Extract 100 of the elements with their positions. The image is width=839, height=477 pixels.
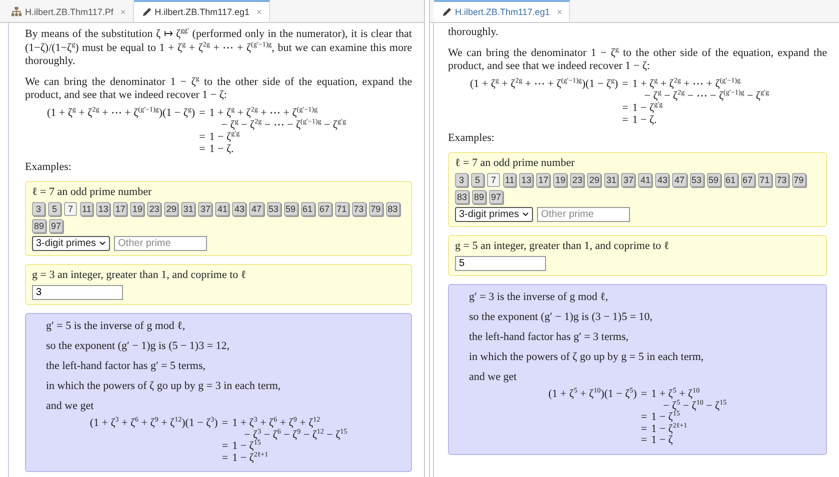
equation-term: 1 − ζ$^{g′g}$ xyxy=(632,102,664,114)
equation-term: 1 − ζ$^{g′g}$ xyxy=(209,130,241,142)
prime-button[interactable]: 53 xyxy=(690,173,704,187)
prime-button[interactable]: 17 xyxy=(113,202,128,216)
prime-button[interactable]: 79 xyxy=(368,202,383,216)
prime-button[interactable]: 5 xyxy=(471,173,484,187)
parameter-label: g = 5 an integer, greater than 1, and coprime to ℓ xyxy=(455,240,670,253)
result-line: and we get xyxy=(46,400,95,413)
paragraph: thoroughly. xyxy=(448,26,500,40)
g-value-field[interactable]: 3 xyxy=(32,285,123,300)
pencil-icon xyxy=(140,6,152,18)
prime-button[interactable]: 73 xyxy=(352,202,366,216)
equation-term: 1 + ζ$^{g}$ + ζ$^{2g}$ + ⋯ + ζ$^{(g′−1)g}$ xyxy=(632,78,742,90)
parameter-label: g = 3 an integer, greater than 1, and coprime to ℓ xyxy=(32,269,248,282)
equation-relation: = xyxy=(640,412,648,424)
prime-button[interactable]: 61 xyxy=(300,202,315,216)
prime-button[interactable]: 7 xyxy=(64,202,77,216)
equation-term: 1 + ζ$^{5}$ + ζ$^{10}$ xyxy=(651,389,700,400)
prime-button[interactable]: 3 xyxy=(455,173,468,187)
prime-button[interactable]: 47 xyxy=(249,202,264,216)
equation-term: 1 − ζ$^{15}$ xyxy=(232,441,261,452)
result-line: in which the powers of ζ go up by g = 5 in each term, xyxy=(469,351,705,364)
prime-button[interactable]: 23 xyxy=(570,173,584,187)
prime-button[interactable]: 53 xyxy=(266,202,281,216)
parameter-label: ℓ = 7 an odd prime number xyxy=(32,186,153,199)
prime-button[interactable]: 89 xyxy=(472,190,486,204)
tab-label: H.ilbert.ZB.Thm117.Pf xyxy=(25,6,114,16)
prime-button[interactable]: 31 xyxy=(181,202,196,216)
prime-button[interactable]: 43 xyxy=(655,173,670,187)
prime-button[interactable]: 67 xyxy=(740,173,755,187)
dropdown-select[interactable]: 3-digit primes xyxy=(455,207,534,222)
other-prime-field[interactable]: Other prime xyxy=(114,236,208,251)
prime-button[interactable]: 19 xyxy=(553,173,568,187)
prime-button[interactable]: 31 xyxy=(604,173,618,187)
equation-term: − ζ$^{3}$ − ζ$^{6}$ − ζ$^{9}$ − ζ$^{12}$ − ζ$^{15}$ xyxy=(243,430,348,440)
result-line: the left-hand factor has g′ = 3 terms, xyxy=(469,331,630,344)
prime-button[interactable]: 13 xyxy=(519,173,534,187)
equation-term: 1 − ζ$^{15}$ xyxy=(651,412,680,423)
equation-term: (1 + ζ$^{3}$ + ζ$^{6}$ + ζ$^{9}$ + ζ$^{12}$)(1 − ζ$^{3}$) xyxy=(90,418,218,430)
examples-heading: Examples: xyxy=(448,132,496,145)
prime-button[interactable]: 11 xyxy=(80,202,94,216)
prime-button[interactable]: 29 xyxy=(164,202,178,216)
parameter-label: ℓ = 7 an odd prime number xyxy=(455,157,576,170)
equation-relation: = xyxy=(222,418,228,430)
paragraph: We can bring the denominator 1 − ζ$^{g}$ to the other side of the equation, expand the product, and see that we indeed recover 1 − ζ: xyxy=(448,46,827,74)
tab-label: H.ilbert.ZB.Thm117.eg1 xyxy=(455,7,550,17)
prime-button[interactable]: 3 xyxy=(32,202,45,216)
prime-button[interactable]: 37 xyxy=(621,173,636,187)
equation-term: (1 + ζ$^{g}$ + ζ$^{2g}$ + ⋯ + ζ$^{(g′−1)g}$)(1 − ζ$^{g}$) xyxy=(470,78,618,90)
prime-button[interactable]: 5 xyxy=(48,202,61,216)
equation-term: − ζ$^{g}$ − ζ$^{2g}$ − ⋯ − ζ$^{(g′−1)g}$ − ζ$^{g′g}$ xyxy=(220,118,346,130)
prime-button[interactable]: 73 xyxy=(774,173,789,187)
editor-tab[interactable]: H.ilbert.ZB.Thm117.eg1 × xyxy=(134,0,270,22)
prime-button[interactable]: 89 xyxy=(32,219,46,233)
equation-relation: = xyxy=(222,452,228,464)
equation-relation: = xyxy=(640,424,648,435)
prime-button[interactable]: 17 xyxy=(536,173,550,187)
prime-button[interactable]: 59 xyxy=(284,202,298,216)
equation-relation: = xyxy=(622,78,628,90)
prime-button[interactable]: 29 xyxy=(587,173,602,187)
prime-button[interactable]: 83 xyxy=(455,190,470,204)
equation-term: 1 + ζ$^{3}$ + ζ$^{6}$ + ζ$^{9}$ + ζ$^{12}$ xyxy=(232,418,320,429)
prime-button[interactable]: 43 xyxy=(232,202,246,216)
prime-button[interactable]: 83 xyxy=(386,202,400,216)
prime-button[interactable]: 23 xyxy=(147,202,162,216)
equation-relation: = xyxy=(640,389,648,400)
equation-relation: = xyxy=(622,102,628,114)
prime-button[interactable]: 11 xyxy=(503,173,516,187)
prime-button[interactable]: 47 xyxy=(672,173,686,187)
equation-relation: = xyxy=(622,114,628,126)
prime-button[interactable]: 67 xyxy=(318,202,332,216)
prime-button[interactable]: 59 xyxy=(706,173,721,187)
g-value-field[interactable]: 5 xyxy=(455,256,546,271)
other-prime-field[interactable]: Other prime xyxy=(537,207,630,222)
paragraph: We can bring the denominator 1 − ζ$^{g}$ to the other side of the equation, expand the product, and see that we indeed recover 1 − ζ: xyxy=(25,76,412,102)
hierarchy-icon xyxy=(11,6,22,17)
prime-button[interactable]: 37 xyxy=(198,202,212,216)
prime-button[interactable]: 7 xyxy=(487,173,500,187)
prime-button[interactable]: 97 xyxy=(49,219,64,233)
prime-button[interactable]: 79 xyxy=(792,173,806,187)
result-line: the left-hand factor has g′ = 5 terms, xyxy=(46,360,206,373)
chevron-icon xyxy=(99,241,106,246)
equation-term: 1 − ζ xyxy=(651,435,674,446)
prime-button[interactable]: 71 xyxy=(758,173,772,187)
paragraph: By means of the substitution ζ ↦ ζ$^{gg′}$ (performed only in the numerator), it is clear that (1−ζ)/(1−ζ$^{g}$) must be equal to 1 + ζ$^{g}$ + ζ$^{2g}$ + ⋯ + ζ$^{(g′−1)g}$, but we can examine this more thoroughly. xyxy=(25,28,412,68)
prime-button[interactable]: 13 xyxy=(96,202,110,216)
prime-button[interactable]: 61 xyxy=(724,173,738,187)
editor-tab[interactable]: H.ilbert.ZB.Thm117.eg1 × xyxy=(434,0,570,22)
prime-button[interactable]: 41 xyxy=(638,173,652,187)
equation-term: − ζ$^{g}$ − ζ$^{2g}$ − ⋯ − ζ$^{(g′−1)g}$ − ζ$^{g′g}$ xyxy=(643,90,769,102)
pencil-icon xyxy=(441,6,452,18)
dropdown-select[interactable]: 3-digit primes xyxy=(32,236,110,251)
prime-button[interactable]: 97 xyxy=(489,190,504,204)
prime-button[interactable]: 19 xyxy=(130,202,144,216)
prime-button[interactable]: 71 xyxy=(334,202,349,216)
equation-term: 1 − ζ. xyxy=(632,114,658,126)
tab-label: H.ilbert.ZB.Thm117.eg1 xyxy=(154,7,250,17)
prime-button[interactable]: 41 xyxy=(215,202,230,216)
equation-relation: = xyxy=(199,106,206,118)
result-line: and we get xyxy=(469,371,518,384)
